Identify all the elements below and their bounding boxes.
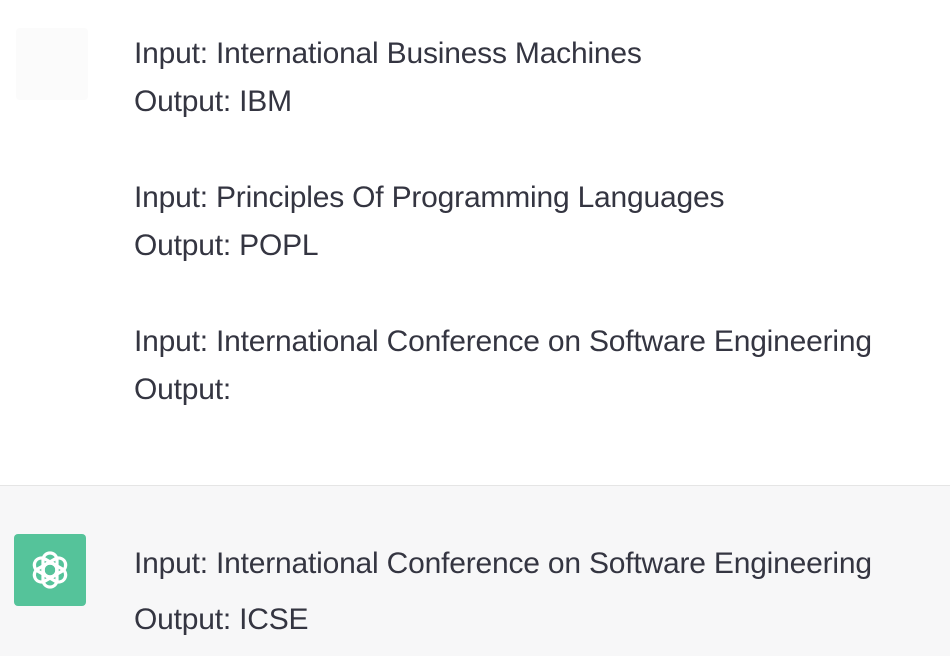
example-2: Input: Principles Of Programming Languag… <box>134 174 724 270</box>
example-1: Input: International Business Machines O… <box>134 30 642 126</box>
chat-thread: Input: International Business Machines O… <box>0 0 950 656</box>
example-3-input: Input: International Conference on Softw… <box>134 325 872 358</box>
example-3-output: Output: <box>134 373 231 406</box>
assistant-message: Input: International Conference on Softw… <box>0 486 950 656</box>
example-1-output: Output: IBM <box>134 85 292 118</box>
user-avatar-icon <box>16 28 88 100</box>
openai-logo-icon <box>14 534 86 606</box>
example-2-output: Output: POPL <box>134 229 319 262</box>
user-message: Input: International Business Machines O… <box>0 0 950 485</box>
assistant-reply-output: Output: ICSE <box>134 603 309 636</box>
example-3: Input: International Conference on Softw… <box>134 318 872 414</box>
example-2-input: Input: Principles Of Programming Languag… <box>134 181 725 214</box>
example-1-input: Input: International Business Machines <box>134 37 642 70</box>
assistant-reply-input: Input: International Conference on Softw… <box>134 547 872 580</box>
assistant-reply: Input: International Conference on Softw… <box>134 536 872 648</box>
